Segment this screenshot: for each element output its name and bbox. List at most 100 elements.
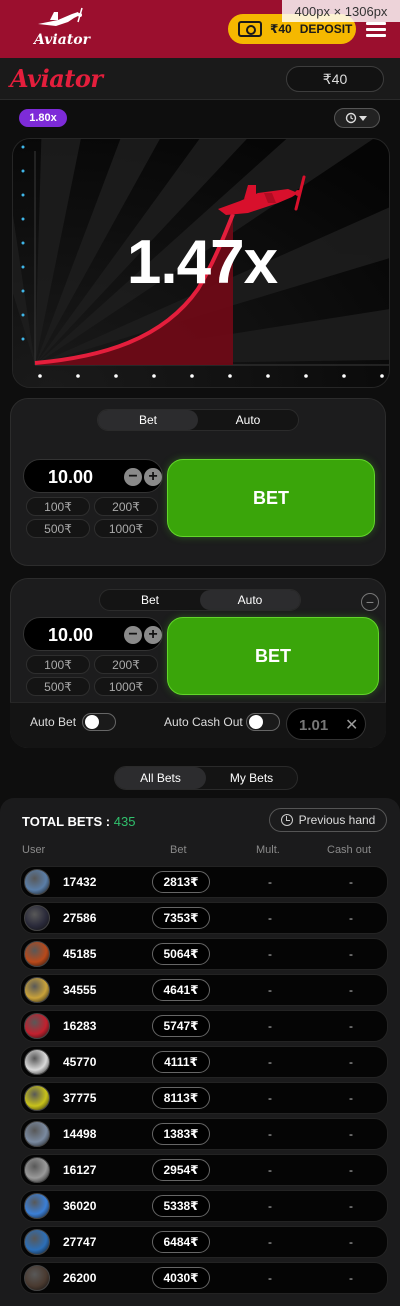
bet-amount-input-2[interactable]: 10.00 − + [23,617,163,651]
quick-amount-1000[interactable]: 1000₹ [94,519,158,538]
tab-all-bets[interactable]: All Bets [115,767,206,789]
row-bet: 2954₹ [152,1159,210,1181]
bet-panel-1: Bet Auto 10.00 − + 100₹ 200₹ 500₹ 1000₹ … [10,398,386,566]
top-bar: Aviator ₹40 DEPOSIT 400px × 1306px [0,0,400,58]
row-mult: - [268,1127,272,1141]
quick-amount-200[interactable]: 200₹ [94,655,158,674]
table-row: 26200 4030₹ - - [20,1262,388,1294]
history-button[interactable] [334,108,380,128]
row-user: 27747 [63,1235,97,1249]
row-bet: 1383₹ [152,1123,210,1145]
row-cashout: - [349,1091,353,1105]
table-row: 17432 2813₹ - - [20,866,388,898]
row-user: 37775 [63,1091,97,1105]
auto-cashout-input[interactable]: 1.01 ✕ [286,708,366,740]
table-row: 16127 2954₹ - - [20,1154,388,1186]
deposit-amount: ₹40 [270,22,292,36]
table-row: 36020 5338₹ - - [20,1190,388,1222]
avatar [24,905,50,931]
row-user: 17432 [63,875,97,889]
row-cashout: - [349,1127,353,1141]
row-mult: - [268,1199,272,1213]
bet-amount-value: 10.00 [48,625,94,645]
auto-cashout-label: Auto Cash Out [164,715,243,729]
bet-button-1[interactable]: BET [167,459,375,537]
column-mult: Mult. [256,844,280,856]
menu-icon[interactable] [366,22,386,37]
increase-button[interactable]: + [144,626,162,644]
row-mult: - [268,1163,272,1177]
deposit-label: DEPOSIT [299,22,353,36]
quick-amount-200[interactable]: 200₹ [94,497,158,516]
table-row: 45185 5064₹ - - [20,938,388,970]
row-bet: 7353₹ [152,907,210,929]
avatar [24,1013,50,1039]
row-user: 45770 [63,1055,97,1069]
auto-bet-label: Auto Bet [30,715,77,729]
row-cashout: - [349,947,353,961]
row-cashout: - [349,1055,353,1069]
current-multiplier: 1.47x [126,228,278,297]
history-icon [345,112,367,124]
row-bet: 5338₹ [152,1195,210,1217]
avatar [24,869,50,895]
tab-bet[interactable]: Bet [100,590,200,610]
previous-hand-label: Previous hand [298,813,376,827]
row-mult: - [268,1235,272,1249]
avatar [24,1229,50,1255]
quick-amount-500[interactable]: 500₹ [26,677,90,696]
auto-bet-toggle[interactable] [82,713,116,731]
decrease-button[interactable]: − [124,468,142,486]
clear-icon[interactable]: ✕ [345,715,358,735]
total-bets: TOTAL BETS : 435 [22,814,135,829]
table-row: 27586 7353₹ - - [20,902,388,934]
row-cashout: - [349,911,353,925]
previous-hand-button[interactable]: Previous hand [269,808,387,832]
row-bet: 2813₹ [152,871,210,893]
tab-my-bets[interactable]: My Bets [206,767,297,789]
plane-logo-icon [38,7,83,26]
tab-auto[interactable]: Auto [198,410,298,430]
bet-amount-value: 10.00 [48,467,94,487]
bets-list-tabs: All Bets My Bets [114,766,298,790]
avatar [24,1157,50,1183]
quick-amount-1000[interactable]: 1000₹ [94,677,158,696]
column-bet: Bet [170,844,187,856]
bet-button-2[interactable]: BET [167,617,379,695]
avatar [24,941,50,967]
table-row: 16283 5747₹ - - [20,1010,388,1042]
row-cashout: - [349,1271,353,1285]
previous-multiplier-badge[interactable]: 1.80x [19,109,67,127]
avatar [24,1049,50,1075]
row-cashout: - [349,1199,353,1213]
row-bet: 5064₹ [152,943,210,965]
row-bet: 4030₹ [152,1267,210,1289]
auto-cashout-toggle[interactable] [246,713,280,731]
tab-auto[interactable]: Auto [200,590,300,610]
total-bets-count: 435 [113,814,136,829]
balance-display: ₹40 [286,66,384,92]
game-canvas: 1.47x [12,138,390,388]
table-row: 34555 4641₹ - - [20,974,388,1006]
column-cashout: Cash out [327,844,372,856]
row-user: 26200 [63,1271,97,1285]
size-tooltip: 400px × 1306px [282,0,400,22]
quick-amount-100[interactable]: 100₹ [26,497,90,516]
total-bets-label: TOTAL BETS : [22,814,111,829]
quick-amount-500[interactable]: 500₹ [26,519,90,538]
row-cashout: - [349,983,353,997]
auto-cashout-value: 1.01 [299,717,329,734]
increase-button[interactable]: + [144,468,162,486]
decrease-button[interactable]: − [124,626,142,644]
bet-amount-input-1[interactable]: 10.00 − + [23,459,163,493]
row-bet: 6484₹ [152,1231,210,1253]
row-mult: - [268,1019,272,1033]
column-user: User [22,844,46,856]
tab-bet[interactable]: Bet [98,410,198,430]
aviator-logo[interactable]: Aviator [28,6,92,52]
avatar [24,1265,50,1291]
remove-panel-icon[interactable]: − [361,593,379,611]
row-cashout: - [349,1163,353,1177]
table-row: 27747 6484₹ - - [20,1226,388,1258]
quick-amount-100[interactable]: 100₹ [26,655,90,674]
